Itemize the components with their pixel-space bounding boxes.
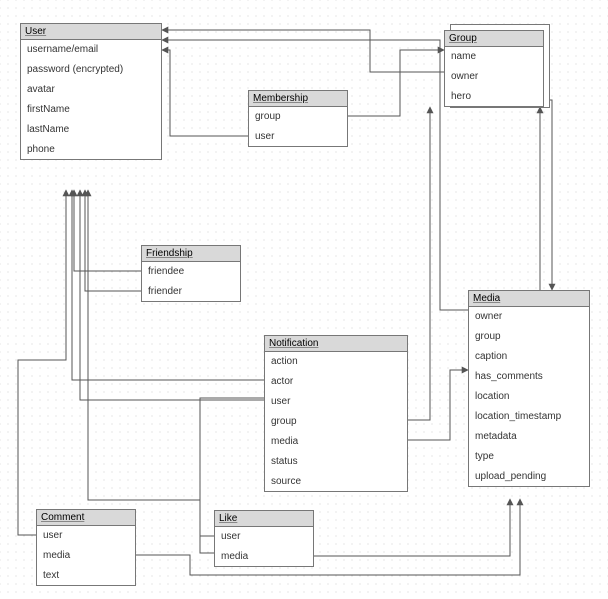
entity-fields: user media (215, 527, 313, 566)
entity-field: friendee (142, 262, 240, 281)
entity-fields: friendee friender (142, 262, 240, 301)
entity-field: text (37, 565, 135, 585)
entity-field: user (249, 126, 347, 146)
entity-field: media (265, 431, 407, 451)
group-entity[interactable]: Group name owner hero (444, 30, 544, 107)
entity-field: phone (21, 139, 161, 159)
entity-field: media (37, 545, 135, 565)
entity-field: name (445, 47, 543, 66)
entity-field: location_timestamp (469, 406, 589, 426)
notification-entity[interactable]: Notification action actor user group med… (264, 335, 408, 492)
entity-field: group (249, 107, 347, 126)
entity-field: lastName (21, 119, 161, 139)
entity-fields: owner group caption has_comments locatio… (469, 307, 589, 486)
entity-fields: name owner hero (445, 47, 543, 106)
entity-title: Media (469, 291, 589, 307)
media-entity[interactable]: Media owner group caption has_comments l… (468, 290, 590, 487)
entity-field: status (265, 451, 407, 471)
entity-field: firstName (21, 99, 161, 119)
entity-field: group (469, 326, 589, 346)
user-entity[interactable]: User username/email password (encrypted)… (20, 23, 162, 160)
entity-field: user (265, 391, 407, 411)
entity-title: Friendship (142, 246, 240, 262)
entity-field: metadata (469, 426, 589, 446)
entity-field: media (215, 546, 313, 566)
like-entity[interactable]: Like user media (214, 510, 314, 567)
entity-fields: action actor user group media status sou… (265, 352, 407, 491)
entity-field: group (265, 411, 407, 431)
entity-field: avatar (21, 79, 161, 99)
entity-title: User (21, 24, 161, 40)
entity-field: friender (142, 281, 240, 301)
entity-fields: group user (249, 107, 347, 146)
entity-title: Like (215, 511, 313, 527)
entity-field: upload_pending (469, 466, 589, 486)
friendship-entity[interactable]: Friendship friendee friender (141, 245, 241, 302)
entity-field: hero (445, 86, 543, 106)
entity-field: user (215, 527, 313, 546)
entity-field: action (265, 352, 407, 371)
entity-field: password (encrypted) (21, 59, 161, 79)
entity-field: has_comments (469, 366, 589, 386)
entity-field: source (265, 471, 407, 491)
entity-fields: username/email password (encrypted) avat… (21, 40, 161, 159)
entity-fields: user media text (37, 526, 135, 585)
entity-title: Notification (265, 336, 407, 352)
entity-field: owner (469, 307, 589, 326)
membership-entity[interactable]: Membership group user (248, 90, 348, 147)
entity-field: type (469, 446, 589, 466)
entity-field: username/email (21, 40, 161, 59)
entity-field: actor (265, 371, 407, 391)
entity-title: Group (445, 31, 543, 47)
entity-field: owner (445, 66, 543, 86)
entity-field: caption (469, 346, 589, 366)
entity-title: Comment (37, 510, 135, 526)
entity-field: location (469, 386, 589, 406)
comment-entity[interactable]: Comment user media text (36, 509, 136, 586)
entity-field: user (37, 526, 135, 545)
entity-title: Membership (249, 91, 347, 107)
